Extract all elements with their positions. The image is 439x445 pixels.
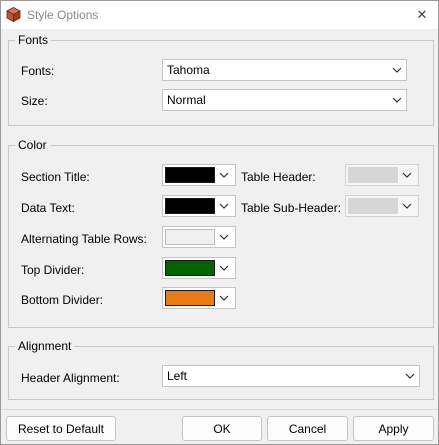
size-select-value: Normal <box>167 93 206 107</box>
apply-button[interactable]: Apply <box>353 416 434 441</box>
reset-to-default-button[interactable]: Reset to Default <box>6 416 116 441</box>
header-alignment-value: Left <box>167 369 188 383</box>
section-title-color-select[interactable] <box>162 164 236 186</box>
data-text-label: Data Text: <box>21 201 75 215</box>
alternating-rows-label: Alternating Table Rows: <box>21 232 147 246</box>
alignment-group-title: Alignment <box>18 339 72 353</box>
app-icon <box>6 7 21 22</box>
font-select[interactable]: Tahoma <box>162 59 407 81</box>
data-text-color-swatch <box>165 198 215 214</box>
ok-button[interactable]: OK <box>182 416 262 441</box>
window-title: Style Options <box>27 8 99 22</box>
reset-button-label: Reset to Default <box>17 421 105 436</box>
fonts-label: Fonts: <box>21 64 55 78</box>
chevron-down-icon <box>388 90 406 110</box>
close-button[interactable]: ✕ <box>406 1 438 29</box>
table-header-label: Table Header: <box>241 170 316 184</box>
font-select-value: Tahoma <box>167 63 210 77</box>
bottom-divider-color-swatch <box>165 290 215 306</box>
table-header-color-swatch <box>348 167 398 183</box>
title-bar: Style Options ✕ <box>1 1 438 29</box>
chevron-down-icon <box>215 165 233 185</box>
chevron-down-icon <box>388 60 406 80</box>
chevron-down-icon <box>401 366 419 386</box>
bottom-divider-label: Bottom Divider: <box>21 293 104 307</box>
bottom-divider-color-select[interactable] <box>162 287 236 309</box>
size-select[interactable]: Normal <box>162 89 407 111</box>
top-divider-color-select[interactable] <box>162 257 236 279</box>
fonts-group-title: Fonts <box>18 33 49 47</box>
header-alignment-select[interactable]: Left <box>162 365 420 387</box>
alternating-rows-color-select[interactable] <box>162 226 236 248</box>
size-label: Size: <box>21 94 48 108</box>
style-options-dialog: Style Options ✕ Fonts Fonts: Tahoma Size… <box>0 0 439 445</box>
table-subheader-color-select[interactable] <box>345 195 419 217</box>
cancel-button-label: Cancel <box>288 421 327 436</box>
chevron-down-icon <box>398 196 416 216</box>
cancel-button[interactable]: Cancel <box>267 416 348 441</box>
chevron-down-icon <box>215 288 233 308</box>
section-title-color-swatch <box>165 167 215 183</box>
header-alignment-label: Header Alignment: <box>21 371 120 385</box>
table-subheader-color-swatch <box>348 198 398 214</box>
chevron-down-icon <box>398 165 416 185</box>
color-group-title: Color <box>18 138 47 152</box>
table-header-color-select[interactable] <box>345 164 419 186</box>
close-icon: ✕ <box>416 7 428 22</box>
chevron-down-icon <box>215 258 233 278</box>
section-title-label: Section Title: <box>21 170 90 184</box>
data-text-color-select[interactable] <box>162 195 236 217</box>
chevron-down-icon <box>215 196 233 216</box>
ok-button-label: OK <box>213 421 231 436</box>
chevron-down-icon <box>215 227 233 247</box>
top-divider-color-swatch <box>165 260 215 276</box>
table-subheader-label: Table Sub-Header: <box>241 201 342 215</box>
alternating-rows-color-swatch <box>165 229 215 245</box>
apply-button-label: Apply <box>378 421 409 436</box>
footer-divider <box>1 409 438 410</box>
top-divider-label: Top Divider: <box>21 263 85 277</box>
